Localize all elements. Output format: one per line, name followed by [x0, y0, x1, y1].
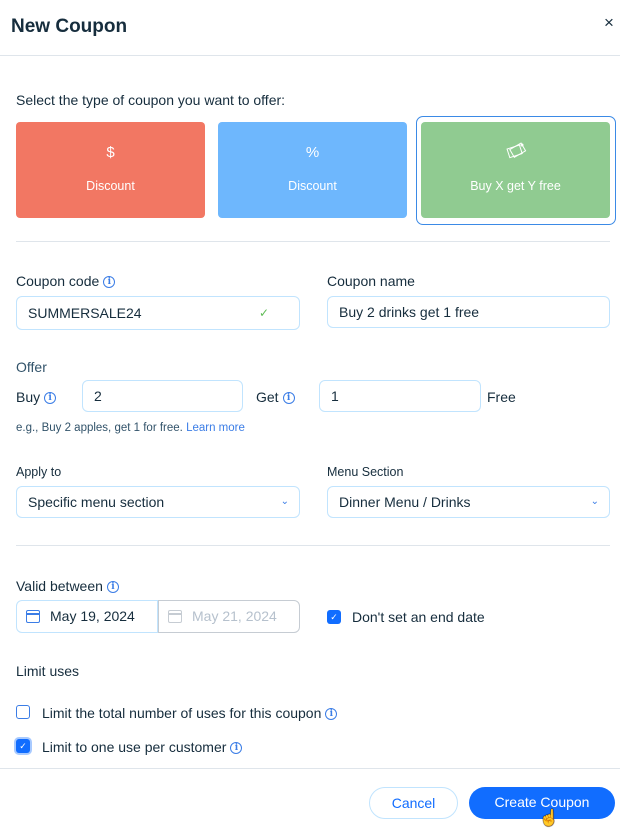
buy-label: Buy i [16, 389, 57, 405]
section-divider [16, 241, 610, 242]
apply-to-label: Apply to [16, 465, 62, 479]
coupon-code-label-text: Coupon code [16, 273, 100, 289]
coupon-name-label: Coupon name [327, 273, 415, 289]
dialog-header: New Coupon × [0, 0, 620, 56]
get-label: Get i [256, 389, 295, 405]
info-icon[interactable]: i [230, 742, 243, 755]
info-icon[interactable]: i [44, 392, 57, 405]
coupon-code-input[interactable]: SUMMERSALE24 ✓ [16, 296, 300, 330]
calendar-icon [26, 610, 40, 623]
limit-per-customer-label: Limit to one use per customer i [42, 739, 243, 755]
get-label-text: Get [256, 389, 279, 405]
close-icon[interactable]: × [604, 14, 614, 31]
coupon-name-input[interactable]: Buy 2 drinks get 1 free [327, 296, 610, 328]
info-icon[interactable]: i [103, 276, 116, 289]
menu-section-label: Menu Section [327, 465, 404, 479]
offer-hint-text: e.g., Buy 2 apples, get 1 for free. [16, 422, 183, 434]
hand-cursor-icon: ☝ [539, 810, 559, 827]
type-card-percent-discount[interactable]: % Discount [218, 122, 407, 218]
start-date-value: May 19, 2024 [50, 608, 135, 624]
info-icon[interactable]: i [325, 708, 338, 721]
calendar-icon [168, 610, 182, 623]
coupon-code-value: SUMMERSALE24 [28, 305, 142, 321]
valid-between-label-text: Valid between [16, 578, 103, 594]
apply-to-value: Specific menu section [28, 494, 165, 510]
limit-uses-label: Limit uses [16, 663, 80, 679]
info-icon[interactable]: i [106, 581, 119, 594]
coupon-name-value: Buy 2 drinks get 1 free [339, 304, 480, 320]
no-end-date-label: Don't set an end date [352, 609, 485, 625]
type-card-label: Buy X get Y free [470, 179, 561, 193]
chevron-down-icon: ⌄ [280, 496, 289, 507]
menu-section-value: Dinner Menu / Drinks [339, 494, 471, 510]
info-icon[interactable]: i [282, 392, 295, 405]
start-date-input[interactable]: May 19, 2024 [16, 600, 158, 633]
valid-between-label: Valid between i [16, 578, 119, 594]
section-divider [16, 545, 610, 546]
percent-icon: % [305, 144, 320, 161]
limit-per-customer-label-text: Limit to one use per customer [42, 739, 227, 755]
buy-label-text: Buy [16, 389, 41, 405]
learn-more-link[interactable]: Learn more [186, 422, 245, 434]
coupon-code-label: Coupon code i [16, 273, 116, 289]
limit-total-label-text: Limit the total number of uses for this … [42, 705, 322, 721]
end-date-value: May 21, 2024 [192, 608, 277, 624]
type-card-buy-x-get-y[interactable]: Buy X get Y free [421, 122, 610, 218]
coupon-type-prompt: Select the type of coupon you want to of… [16, 92, 286, 108]
dialog-title: New Coupon [11, 16, 128, 37]
footer-divider [0, 768, 620, 769]
apply-to-dropdown[interactable]: Specific menu section ⌄ [16, 486, 300, 518]
type-card-dollar-discount[interactable]: $ Discount [16, 122, 205, 218]
buy-quantity-input[interactable]: 2 [82, 380, 243, 412]
get-quantity-input[interactable]: 1 [319, 380, 481, 412]
dollar-icon: $ [106, 144, 115, 161]
type-card-label: Discount [288, 179, 337, 193]
menu-section-dropdown[interactable]: Dinner Menu / Drinks ⌄ [327, 486, 610, 518]
offer-hint: e.g., Buy 2 apples, get 1 for free. Lear… [16, 422, 245, 434]
cancel-button[interactable]: Cancel [369, 787, 458, 819]
limit-total-label: Limit the total number of uses for this … [42, 705, 338, 721]
end-date-input[interactable]: May 21, 2024 [158, 600, 300, 633]
no-end-date-checkbox[interactable]: ✓ [327, 610, 341, 624]
get-quantity-value: 1 [331, 388, 339, 404]
valid-check-icon: ✓ [258, 306, 269, 320]
tag-icon [421, 142, 610, 165]
offer-label: Offer [16, 359, 47, 375]
type-card-label: Discount [86, 179, 135, 193]
limit-total-checkbox[interactable] [16, 705, 30, 719]
chevron-down-icon: ⌄ [590, 496, 599, 507]
limit-per-customer-checkbox[interactable]: ✓ [16, 739, 30, 753]
free-label: Free [487, 389, 516, 405]
buy-quantity-value: 2 [94, 388, 102, 404]
